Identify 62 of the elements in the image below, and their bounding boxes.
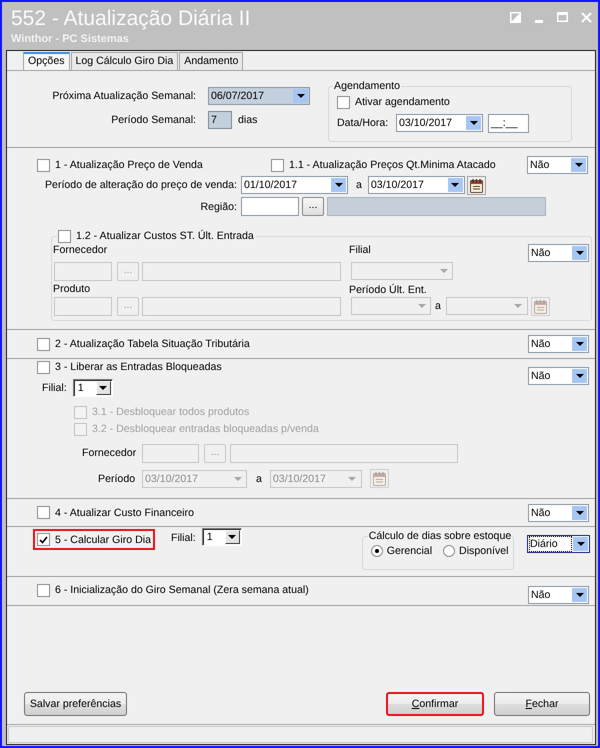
field-label: Produto	[53, 282, 92, 294]
dialog-button[interactable]: Fechar	[494, 692, 590, 716]
checkbox-option[interactable]: 1.2 - Atualizar Custos ST. Últ. Entrada	[58, 229, 254, 243]
date-picker[interactable]: 06/07/2017	[208, 86, 310, 104]
dialog-button[interactable]: Salvar preferências	[24, 692, 127, 716]
calendar-icon	[534, 298, 547, 314]
field-label: Período Semanal:	[110, 114, 196, 126]
minimize-icon[interactable]	[535, 20, 543, 23]
dropdown[interactable]: Não	[528, 504, 589, 522]
input-field[interactable]: 7	[208, 111, 232, 129]
field-label: Filial:	[170, 532, 196, 544]
calendar-icon	[470, 178, 483, 192]
checkbox-option[interactable]: 4 - Atualizar Custo Financeiro	[37, 506, 194, 520]
close-icon[interactable]	[581, 12, 592, 23]
dropdown[interactable]: Não	[528, 244, 589, 262]
date-picker[interactable]: 03/10/2017	[368, 176, 465, 194]
dropdown[interactable]: Não	[528, 335, 589, 353]
checkbox-option[interactable]: 2 - Atualização Tabela Situação Tributária	[37, 337, 250, 351]
lookup-button[interactable]: ...	[302, 197, 324, 216]
dropdown[interactable]: 1	[202, 528, 242, 546]
radio-option[interactable]: Gerencial	[370, 545, 432, 557]
half-filled-square-icon[interactable]	[510, 12, 521, 23]
checkbox-option[interactable]: 6 - Inicialização do Giro Semanal (Zera semana atual)	[37, 583, 309, 597]
calendar-button[interactable]	[466, 176, 486, 194]
field-label: Fornecedor	[53, 244, 108, 256]
dropdown[interactable]: Não	[527, 156, 588, 174]
dropdown[interactable]: Não	[528, 367, 589, 385]
date-picker[interactable]: 01/10/2017	[241, 176, 348, 194]
group-title: Cálculo de dias sobre estoque	[368, 530, 512, 543]
checkbox-option[interactable]: Ativar agendamento	[337, 95, 571, 109]
dialog-button[interactable]: Confirmar	[386, 692, 484, 716]
field-label: Região:	[199, 200, 237, 212]
tab[interactable]: Log Cálculo Giro Dia	[70, 52, 178, 70]
checkbox-option[interactable]: 3 - Liberar as Entradas Bloqueadas	[37, 360, 222, 374]
date-picker[interactable]: 03/10/2017	[396, 114, 483, 132]
tab[interactable]: Andamento	[179, 52, 244, 70]
radio-option[interactable]: Disponível	[443, 545, 509, 557]
maximize-icon[interactable]	[557, 12, 568, 22]
field-label: Período de alteração do preço de venda:	[44, 179, 237, 191]
input-field[interactable]	[241, 197, 299, 216]
time-field[interactable]: __:__	[488, 114, 529, 132]
tab[interactable]: Opções	[23, 52, 70, 70]
field-label: Próxima Atualização Semanal:	[51, 90, 196, 102]
unit-label: dias	[238, 114, 258, 126]
field-label: Período Últ. Ent.	[349, 284, 428, 296]
to-label: a	[435, 300, 441, 312]
dropdown[interactable]: 1	[72, 379, 113, 397]
field-label: Data/Hora:	[337, 117, 390, 129]
dropdown[interactable]: Não	[528, 586, 589, 604]
group-title: Agendamento	[333, 80, 401, 93]
calendar-icon	[372, 471, 386, 486]
to-label: a	[356, 179, 362, 191]
field-label: Filial:	[42, 382, 67, 394]
checkbox-option[interactable]: 5 - Calcular Giro Dia	[33, 529, 155, 550]
field-label: Filial	[349, 244, 372, 256]
checkbox-option[interactable]: 1 - Atualização Preço de Venda	[37, 158, 203, 172]
field-label: Período	[98, 472, 136, 484]
dropdown[interactable]: Diário	[527, 535, 590, 553]
to-label: a	[256, 472, 262, 484]
checkbox-option[interactable]: 1.1 - Atualização Preços Qt.Minima Atacado	[271, 158, 496, 172]
window-title: 552 - Atualização Diária II	[11, 7, 250, 31]
field-label: Fornecedor	[82, 447, 138, 459]
